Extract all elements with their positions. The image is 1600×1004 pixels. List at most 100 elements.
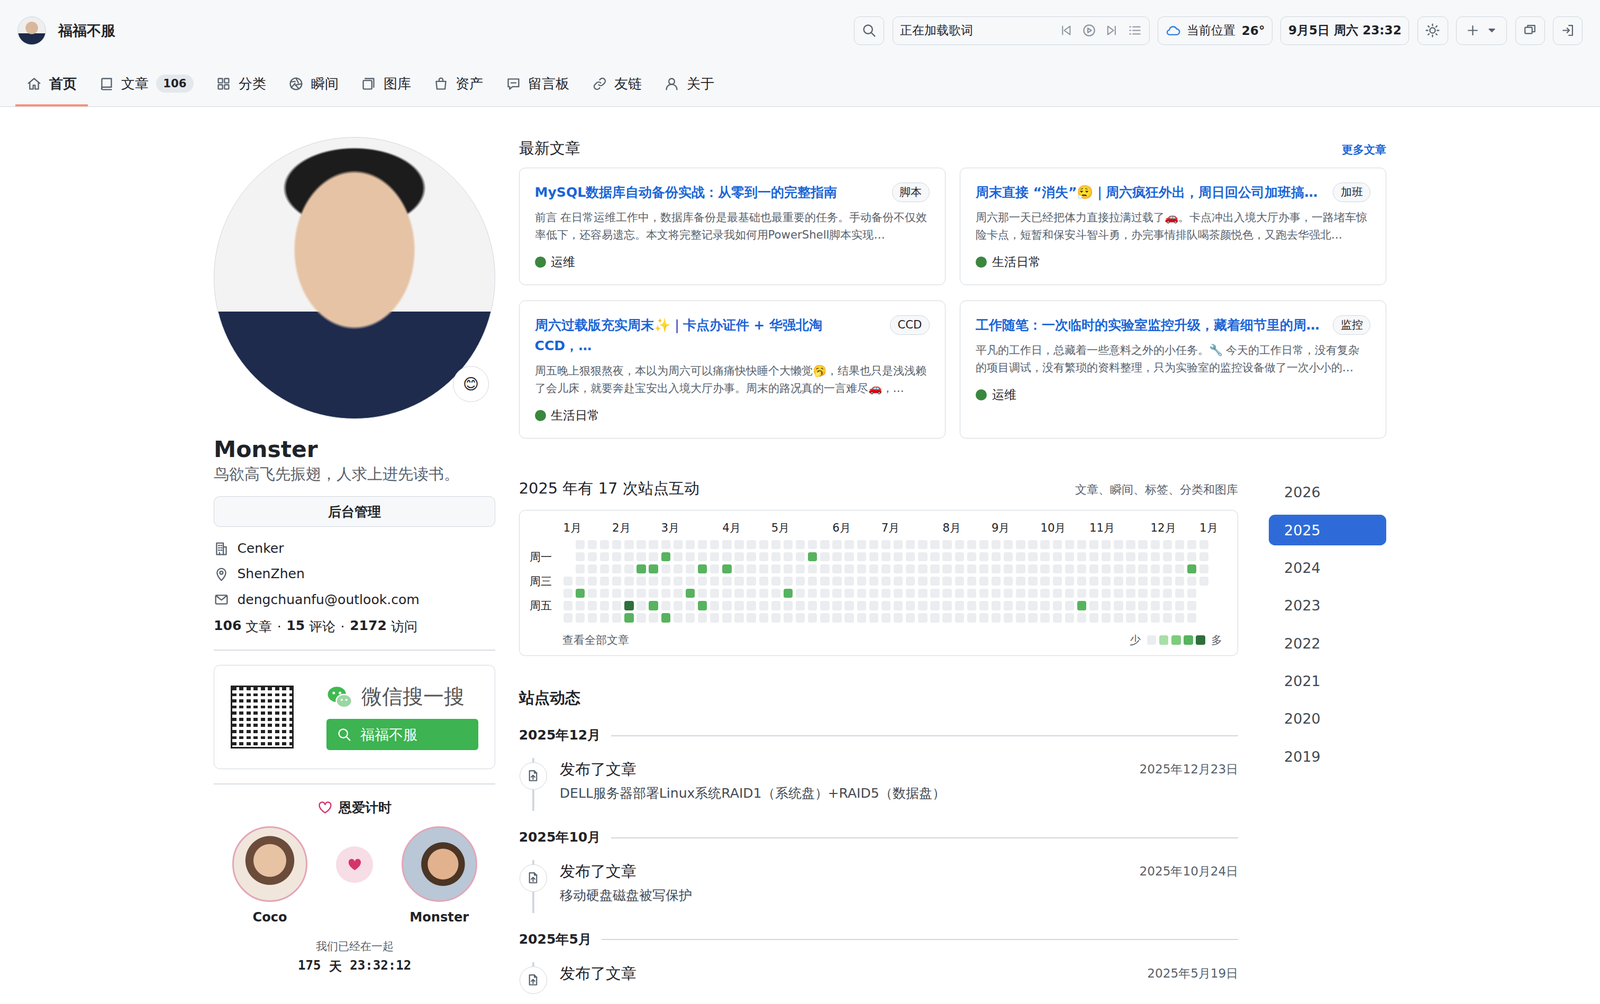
heatmap-cell[interactable]	[685, 613, 695, 623]
heatmap-cell[interactable]	[636, 576, 646, 586]
heatmap-cell[interactable]	[771, 540, 781, 550]
heatmap-cell[interactable]	[1175, 576, 1185, 586]
heatmap-cell[interactable]	[710, 601, 720, 611]
heatmap-cell[interactable]	[869, 601, 879, 611]
heatmap-cell[interactable]	[600, 552, 609, 562]
next-icon[interactable]	[1105, 23, 1119, 38]
nav-label[interactable]: 资产	[455, 74, 484, 94]
year-item[interactable]: 2023	[1268, 590, 1387, 622]
heatmap-cell[interactable]	[600, 601, 609, 611]
heatmap-cell[interactable]	[1187, 564, 1197, 574]
heatmap-cell[interactable]	[967, 576, 977, 586]
nav-label[interactable]: 首页	[49, 74, 77, 94]
heatmap-cell[interactable]	[979, 552, 989, 562]
heatmap-cell[interactable]	[1089, 564, 1099, 574]
heatmap-cell[interactable]	[832, 601, 842, 611]
heatmap-cell[interactable]	[710, 588, 720, 598]
category-name[interactable]: 生活日常	[550, 407, 600, 424]
article-category[interactable]: 生活日常	[534, 407, 930, 424]
heatmap-cell[interactable]	[1052, 552, 1062, 562]
playlist-icon[interactable]	[1127, 23, 1142, 38]
heatmap-cell[interactable]	[722, 576, 732, 586]
heatmap-cell[interactable]	[661, 576, 671, 586]
nav-label[interactable]: 留言板	[528, 74, 570, 94]
heatmap-cell[interactable]	[991, 588, 1001, 598]
nav-tab[interactable]: 瞬间	[277, 61, 350, 107]
heatmap-cell[interactable]	[857, 588, 867, 598]
heatmap-cell[interactable]	[685, 601, 695, 611]
heatmap-cell[interactable]	[759, 540, 769, 550]
article-title[interactable]: 周末直接 “消失”😮‍💨｜周六疯狂外出，周日回公司加班搞…	[975, 182, 1323, 204]
heatmap-cell[interactable]	[930, 588, 940, 598]
heatmap-cell[interactable]	[1150, 601, 1160, 611]
heatmap-cell[interactable]	[624, 588, 634, 598]
heatmap-cell[interactable]	[1175, 552, 1185, 562]
nav-label[interactable]: 关于	[686, 74, 715, 94]
heatmap-cell[interactable]	[795, 540, 805, 550]
heatmap-cell[interactable]	[1162, 601, 1172, 611]
heatmap-cell[interactable]	[1089, 588, 1099, 598]
heatmap-cell[interactable]	[673, 564, 683, 574]
heatmap-cell[interactable]	[857, 552, 867, 562]
view-all-link[interactable]: 查看全部文章	[562, 632, 630, 648]
windows-button[interactable]	[1515, 16, 1545, 45]
heatmap-cell[interactable]	[893, 613, 903, 623]
article-title[interactable]: 周六过载版充实周末✨｜卡点办证件 + 华强北淘 CCD，…	[534, 315, 880, 357]
heatmap-cell[interactable]	[820, 601, 830, 611]
heatmap-cell[interactable]	[881, 613, 891, 623]
heatmap-cell[interactable]	[1015, 576, 1025, 586]
heatmap-cell[interactable]	[955, 564, 965, 574]
heatmap-cell[interactable]	[991, 564, 1001, 574]
heatmap-cell[interactable]	[746, 564, 756, 574]
heatmap-cell[interactable]	[979, 540, 989, 550]
heatmap-cell[interactable]	[844, 588, 854, 598]
heatmap-cell[interactable]	[612, 540, 622, 550]
heatmap-cell[interactable]	[869, 576, 879, 586]
heatmap-cell[interactable]	[783, 564, 793, 574]
nav-tab[interactable]: 资产	[422, 61, 495, 107]
heatmap-cell[interactable]	[1065, 564, 1075, 574]
heatmap-cell[interactable]	[759, 552, 769, 562]
heatmap-cell[interactable]	[1101, 576, 1111, 586]
heatmap-cell[interactable]	[1077, 613, 1087, 623]
heatmap-cell[interactable]	[710, 576, 720, 586]
nav-tab[interactable]: 首页	[15, 61, 88, 107]
heatmap-cell[interactable]	[1015, 552, 1025, 562]
heatmap-cell[interactable]	[624, 613, 634, 623]
heatmap-cell[interactable]	[734, 588, 744, 598]
heatmap-cell[interactable]	[575, 601, 585, 611]
heatmap-cell[interactable]	[1101, 540, 1111, 550]
article-category[interactable]: 生活日常	[975, 253, 1371, 271]
create-menu[interactable]	[1456, 16, 1507, 45]
heatmap-cell[interactable]	[1040, 552, 1050, 562]
heatmap-cell[interactable]	[930, 613, 940, 623]
heatmap-cell[interactable]	[710, 552, 720, 562]
heatmap-cell[interactable]	[624, 552, 634, 562]
heatmap-cell[interactable]	[673, 552, 683, 562]
heatmap-cell[interactable]	[1101, 564, 1111, 574]
heatmap-cell[interactable]	[1089, 613, 1099, 623]
heatmap-cell[interactable]	[1113, 576, 1123, 586]
heatmap-cell[interactable]	[1065, 540, 1075, 550]
play-icon[interactable]	[1082, 23, 1097, 38]
heatmap-cell[interactable]	[636, 588, 646, 598]
heatmap-cell[interactable]	[661, 564, 671, 574]
heatmap-cell[interactable]	[905, 588, 915, 598]
heatmap-cell[interactable]	[783, 540, 793, 550]
heatmap-cell[interactable]	[710, 613, 720, 623]
heatmap-cell[interactable]	[1138, 613, 1148, 623]
heatmap-cell[interactable]	[795, 552, 805, 562]
heatmap-cell[interactable]	[1052, 613, 1062, 623]
heatmap-cell[interactable]	[1199, 564, 1209, 574]
heatmap-cell[interactable]	[1175, 613, 1185, 623]
heatmap-cell[interactable]	[979, 564, 989, 574]
heatmap-cell[interactable]	[832, 576, 842, 586]
heatmap-cell[interactable]	[1028, 601, 1038, 611]
heatmap-cell[interactable]	[807, 552, 817, 562]
nav-label[interactable]: 图库	[383, 74, 412, 94]
heatmap-cell[interactable]	[930, 540, 940, 550]
heatmap-cell[interactable]	[1199, 540, 1209, 550]
heatmap-cell[interactable]	[844, 552, 854, 562]
heatmap-cell[interactable]	[979, 576, 989, 586]
heatmap-cell[interactable]	[1187, 613, 1197, 623]
